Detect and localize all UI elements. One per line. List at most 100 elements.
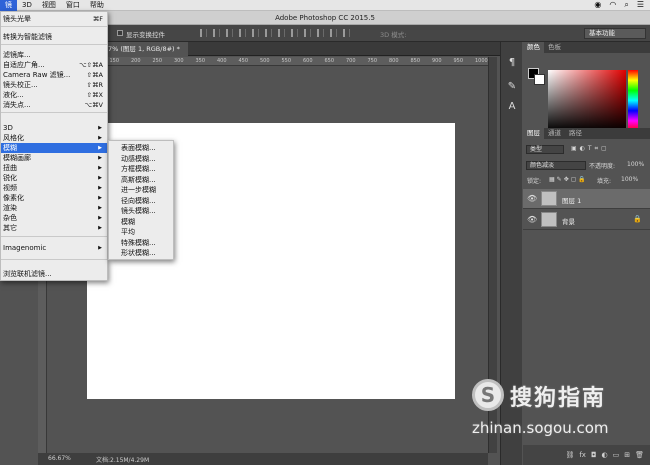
blur-menu-item[interactable]: 高斯模糊... [109, 175, 173, 185]
brush-preset-icon[interactable]: ✎ [505, 80, 519, 94]
document-tab[interactable]: 7% (图层 1, RGB/8#) * [100, 42, 188, 56]
blur-menu-item[interactable]: 平均 [109, 227, 173, 237]
sogou-watermark: S 搜狗指南 zhinan.sogou.com [468, 373, 648, 443]
layer-name: 背景 [562, 218, 575, 226]
distribute-left-icon[interactable] [317, 29, 324, 37]
align-top-icon[interactable] [200, 29, 207, 37]
layer-row-background[interactable]: 👁 背景 🔒 [523, 210, 650, 230]
visibility-eye-icon[interactable]: 👁 [527, 194, 537, 203]
list-icon[interactable]: ☰ [637, 0, 644, 10]
filter-menu-item[interactable]: 自适应广角... ⌥⇧⌘A [1, 60, 107, 70]
mask-icon[interactable]: ◘ [591, 451, 597, 459]
layer-filter-icons[interactable]: ▣◐T⌗▢ [571, 145, 610, 153]
wifi-icon[interactable]: ◠ [609, 0, 616, 10]
submenu-arrow-icon: ▶ [98, 145, 102, 151]
filter-menu-item[interactable]: 转换为智能滤镜 [1, 32, 107, 42]
blur-menu-item[interactable]: 动感模糊... [109, 154, 173, 164]
filter-menu-item[interactable]: 模糊画廊 ▶ [1, 153, 107, 163]
character-icon[interactable]: A [505, 100, 519, 114]
show-transform-checkbox[interactable] [117, 30, 123, 36]
submenu-arrow-icon: ▶ [98, 185, 102, 191]
fx-icon[interactable]: fx [579, 451, 586, 459]
filter-menu-item[interactable]: 锐化 ▶ [1, 173, 107, 183]
filter-menu-item[interactable]: Camera Raw 滤镜... ⇧⌘A [1, 70, 107, 80]
layer-filter-kind[interactable]: 类型 [526, 145, 564, 154]
trash-icon[interactable]: 🗑 [635, 451, 644, 459]
distribute-center-icon[interactable] [330, 29, 337, 37]
filter-menu-item[interactable]: 滤镜库... [1, 50, 107, 60]
background-color-swatch[interactable] [534, 74, 545, 85]
window-title: Adobe Photoshop CC 2015.5 [275, 14, 375, 22]
menu-view[interactable]: 视图 [37, 0, 61, 11]
folder-icon[interactable]: ▭ [613, 451, 620, 459]
filter-menu-item[interactable]: 像素化 ▶ [1, 193, 107, 203]
ruler-tick-label: 500 [260, 58, 270, 64]
ruler-tick-label: 750 [367, 58, 378, 64]
distribute-middle-icon[interactable] [291, 29, 298, 37]
layer-row-layer1[interactable]: 👁 图层 1 [523, 189, 650, 209]
filter-menu-item[interactable]: 3D ▶ [1, 123, 107, 133]
align-left-icon[interactable] [239, 29, 246, 37]
blur-menu-item[interactable]: 形状模糊... [109, 248, 173, 258]
submenu-arrow-icon: ▶ [98, 155, 102, 161]
hue-slider[interactable] [628, 70, 638, 131]
filter-menu-item-label: 3D [3, 124, 13, 132]
menu-3d[interactable]: 3D [17, 0, 37, 11]
filter-menu-item[interactable]: 扭曲 ▶ [1, 163, 107, 173]
shortcut-label: ⇧⌘R [86, 81, 103, 89]
new-layer-icon[interactable]: ⊞ [624, 451, 630, 459]
tab-color[interactable]: 颜色 [523, 42, 544, 53]
filter-menu-item-label: Camera Raw 滤镜... [3, 71, 71, 79]
wechat-icon[interactable]: ◉ [594, 0, 601, 10]
blend-mode-select[interactable]: 颜色减淡 [526, 161, 586, 170]
color-spectrum-picker[interactable] [548, 70, 626, 131]
paragraph-icon[interactable]: ¶ [505, 56, 519, 70]
blur-menu-item[interactable]: 方框模糊... [109, 164, 173, 174]
ruler-tick-label: 600 [303, 58, 313, 64]
shortcut-label: ⇧⌘X [86, 91, 103, 99]
filter-menu-item-label: 浏览联机滤镜... [3, 270, 52, 278]
align-right-icon[interactable] [265, 29, 272, 37]
filter-menu-item[interactable]: 模糊 ▶ [1, 143, 107, 153]
submenu-arrow-icon: ▶ [98, 165, 102, 171]
menu-help[interactable]: 帮助 [85, 0, 109, 11]
filter-menu-item[interactable]: 风格化 ▶ [1, 133, 107, 143]
filter-menu-item[interactable]: 液化... ⇧⌘X [1, 90, 107, 100]
filter-menu-item[interactable]: 镜头光晕 ⌘F [1, 14, 107, 24]
ruler-tick-label: 250 [152, 58, 163, 64]
horizontal-ruler: 1001502002503003504004505005506006507007… [48, 57, 488, 66]
blur-menu-item[interactable]: 表面模糊... [109, 143, 173, 153]
filter-menu-item[interactable]: 浏览联机滤镜... [1, 269, 107, 279]
distribute-bottom-icon[interactable] [304, 29, 311, 37]
fill-value[interactable]: 100% [621, 176, 638, 183]
distribute-top-icon[interactable] [278, 29, 285, 37]
blur-menu-item[interactable]: 径向模糊... [109, 196, 173, 206]
blur-menu-item[interactable]: 镜头模糊... [109, 206, 173, 216]
visibility-eye-icon[interactable]: 👁 [527, 215, 537, 224]
opacity-value[interactable]: 100% [627, 161, 644, 168]
lock-icons[interactable]: ▦✎✥▢🔒 [549, 176, 588, 183]
align-center-icon[interactable] [252, 29, 259, 37]
search-icon[interactable]: ⌕ [624, 0, 628, 10]
align-middle-icon[interactable] [213, 29, 220, 37]
tab-swatches[interactable]: 色板 [544, 42, 565, 53]
adjustment-icon[interactable]: ◐ [602, 451, 608, 459]
workspace-select[interactable]: 基本功能 [584, 28, 646, 39]
filter-menu-item[interactable]: 消失点... ⌥⌘V [1, 100, 107, 110]
filter-menu-item[interactable]: 渲染 ▶ [1, 203, 107, 213]
blur-menu-item[interactable]: 特殊模糊... [109, 238, 173, 248]
filter-menu-item[interactable]: Imagenomic ▶ [1, 243, 107, 253]
blur-menu-item[interactable]: 模糊 [109, 217, 173, 227]
filter-menu-item[interactable]: 其它 ▶ [1, 223, 107, 233]
link-layers-icon[interactable]: ⛓ [565, 451, 574, 459]
menu-filter[interactable]: 镜 [0, 0, 17, 11]
blur-menu-item[interactable]: 进一步模糊 [109, 185, 173, 195]
menu-window[interactable]: 窗口 [61, 0, 85, 11]
filter-menu-item[interactable]: 镜头校正... ⇧⌘R [1, 80, 107, 90]
distribute-right-icon[interactable] [343, 29, 350, 37]
filter-menu-item[interactable]: 杂色 ▶ [1, 213, 107, 223]
zoom-level[interactable]: 66.67% [48, 455, 71, 462]
filter-menu-item[interactable]: 视频 ▶ [1, 183, 107, 193]
shortcut-label: ⌥⇧⌘A [79, 61, 103, 69]
align-bottom-icon[interactable] [226, 29, 233, 37]
